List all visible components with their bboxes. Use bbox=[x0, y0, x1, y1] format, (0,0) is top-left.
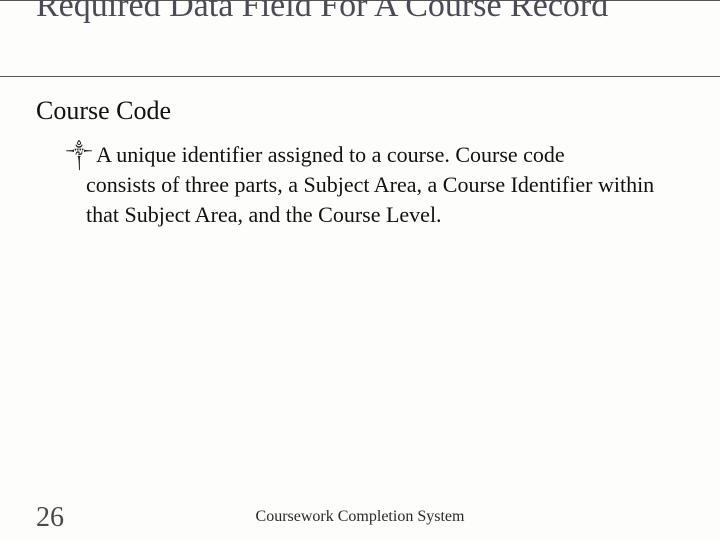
slide-title: Required Data Field For A Course Record bbox=[36, 0, 680, 26]
rule-bottom bbox=[0, 76, 720, 77]
body-text: ༒ A unique identifier assigned to a cour… bbox=[66, 140, 660, 230]
section-heading: Course Code bbox=[36, 96, 171, 126]
bullet-continuation: consists of three parts, a Subject Area,… bbox=[86, 170, 660, 230]
bullet-icon: ༒ bbox=[66, 140, 92, 170]
bullet-line1: A unique identifier assigned to a course… bbox=[96, 140, 660, 170]
footer-text: Coursework Completion System bbox=[0, 508, 720, 526]
slide: Required Data Field For A Course Record … bbox=[0, 0, 720, 540]
bullet-item: ༒ A unique identifier assigned to a cour… bbox=[66, 140, 660, 170]
